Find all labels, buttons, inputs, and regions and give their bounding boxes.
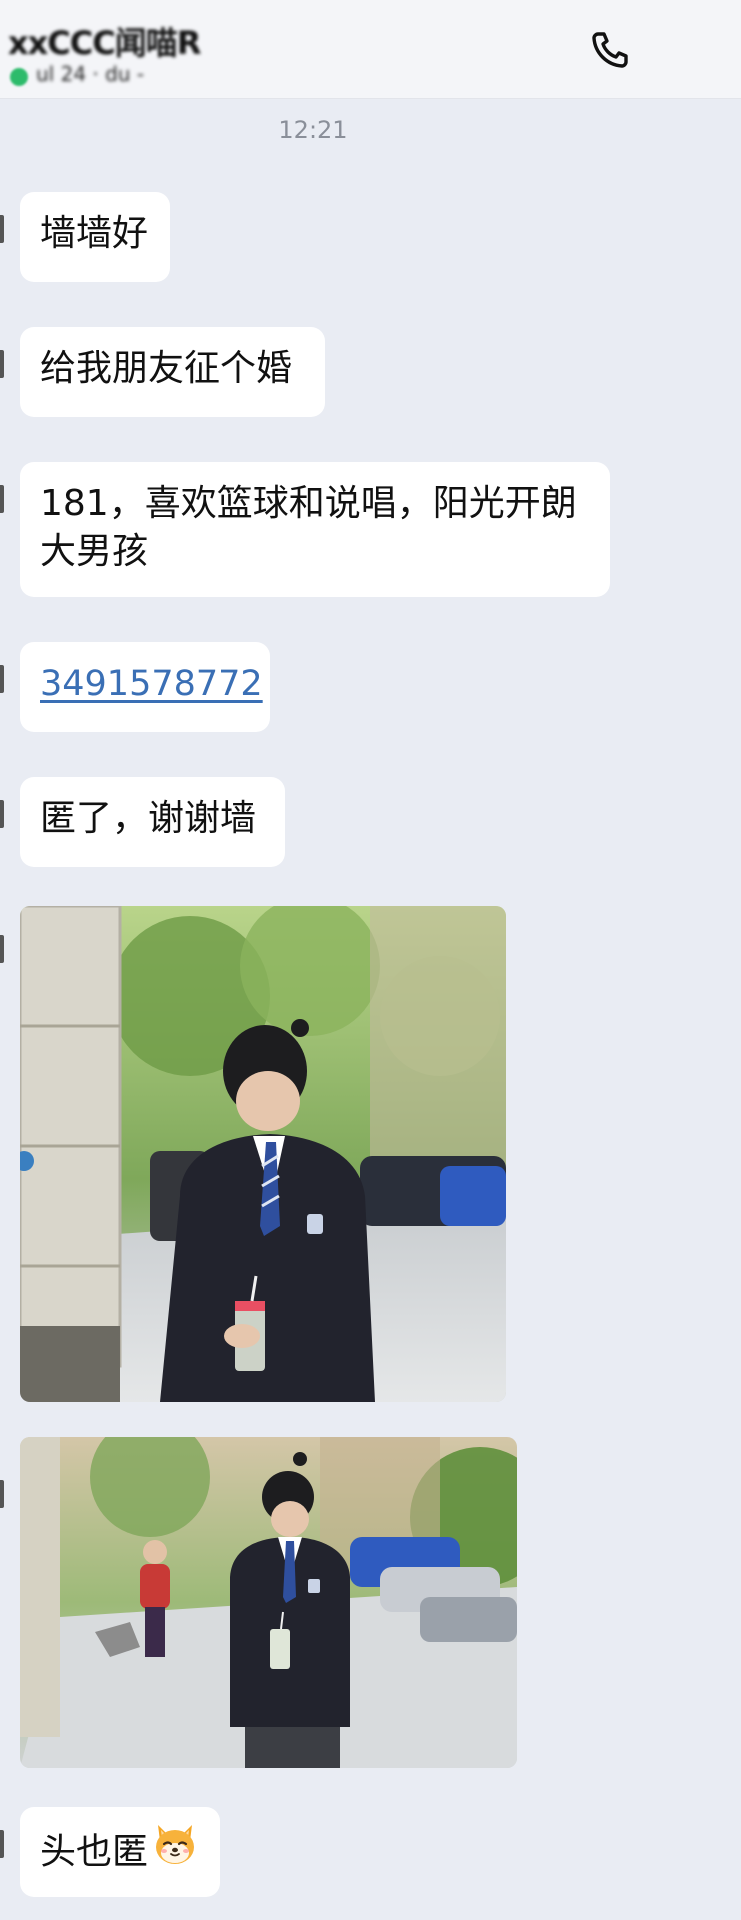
chat-header: xxCCC闻喵R ul 24 · du - (0, 0, 741, 99)
contact-status: ul 24 · du - (36, 62, 145, 86)
message-bubble[interactable]: 给我朋友征个婚 (20, 327, 325, 417)
photo-street-walking (20, 1437, 517, 1768)
phone-icon (592, 32, 628, 68)
message-photo[interactable] (20, 906, 506, 1402)
left-edge-marker (0, 665, 4, 693)
message-bubble[interactable]: 墙墙好 (20, 192, 170, 282)
number-link[interactable]: 3491578772 (40, 664, 263, 704)
message-text-line: 大男孩 (40, 531, 149, 572)
shiba-dog-face-icon (150, 1819, 200, 1882)
left-edge-marker (0, 800, 4, 828)
message-bubble[interactable]: 匿了，谢谢墙 (20, 777, 285, 867)
message-timestamp: 12:21 (278, 116, 348, 144)
message-text: 匿了，谢谢墙 (40, 798, 257, 839)
message-bubble[interactable]: 头也匿 (20, 1807, 220, 1897)
message-text: 给我朋友征个婚 (40, 348, 293, 389)
message-text: 头也匿 (40, 1831, 149, 1873)
message-text: 墙墙好 (40, 213, 149, 254)
left-edge-marker (0, 485, 4, 513)
left-edge-marker (0, 215, 4, 243)
left-edge-marker (0, 350, 4, 378)
contact-name[interactable]: xxCCC闻喵R (8, 18, 201, 64)
message-bubble[interactable]: 3491578772 (20, 642, 270, 732)
left-edge-marker (0, 1830, 4, 1858)
call-button[interactable] (582, 22, 638, 78)
online-status-dot (10, 68, 28, 86)
message-photo[interactable] (20, 1437, 517, 1768)
message-bubble[interactable]: 181，喜欢篮球和说唱，阳光开朗 大男孩 (20, 462, 610, 597)
photo-street-portrait (20, 906, 506, 1402)
message-text-line: 181，喜欢篮球和说唱，阳光开朗 (40, 483, 577, 524)
left-edge-marker (0, 935, 4, 963)
left-edge-marker (0, 1480, 4, 1508)
